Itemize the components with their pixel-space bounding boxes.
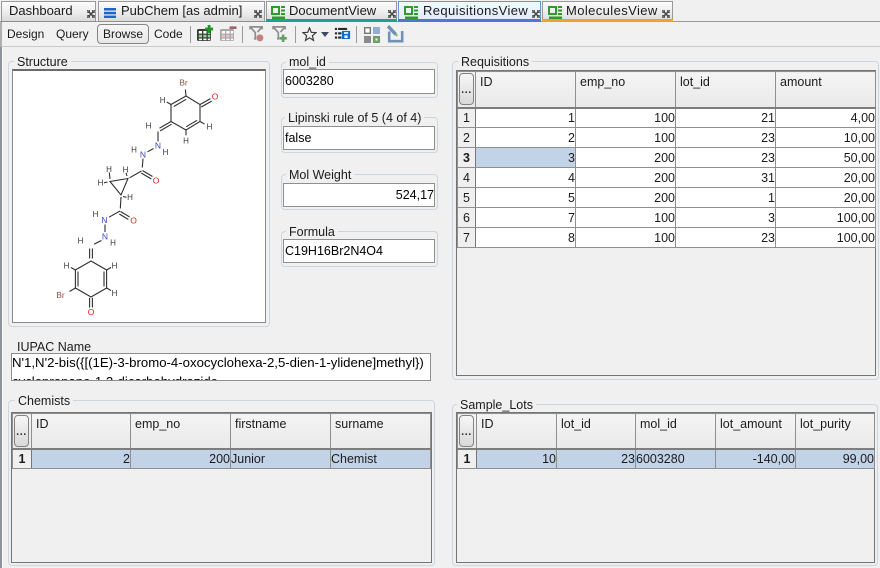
svg-text:H: H — [112, 289, 118, 298]
svg-text:H: H — [78, 237, 84, 246]
svg-text:N: N — [155, 141, 161, 151]
svg-text:H: H — [131, 146, 137, 155]
svg-text:O: O — [212, 92, 219, 102]
svg-text:H: H — [127, 193, 133, 202]
svg-text:N: N — [140, 150, 146, 160]
svg-text:H: H — [98, 179, 104, 188]
svg-text:H: H — [207, 123, 213, 132]
svg-text:H: H — [64, 262, 70, 271]
svg-text:H: H — [123, 166, 129, 175]
svg-text:O: O — [88, 307, 95, 317]
svg-text:H: H — [106, 165, 112, 174]
svg-text:H: H — [160, 96, 166, 105]
svg-text:H: H — [146, 122, 152, 131]
svg-text:N: N — [101, 215, 107, 225]
svg-text:Br: Br — [56, 290, 65, 300]
svg-text:N: N — [102, 232, 108, 242]
svg-text:H: H — [183, 137, 189, 146]
svg-text:H: H — [163, 148, 169, 157]
svg-text:O: O — [130, 216, 137, 226]
svg-text:H: H — [112, 262, 118, 271]
svg-text:H: H — [93, 210, 99, 219]
svg-text:H: H — [110, 239, 116, 248]
svg-text:Br: Br — [179, 78, 188, 88]
svg-text:O: O — [153, 176, 160, 186]
